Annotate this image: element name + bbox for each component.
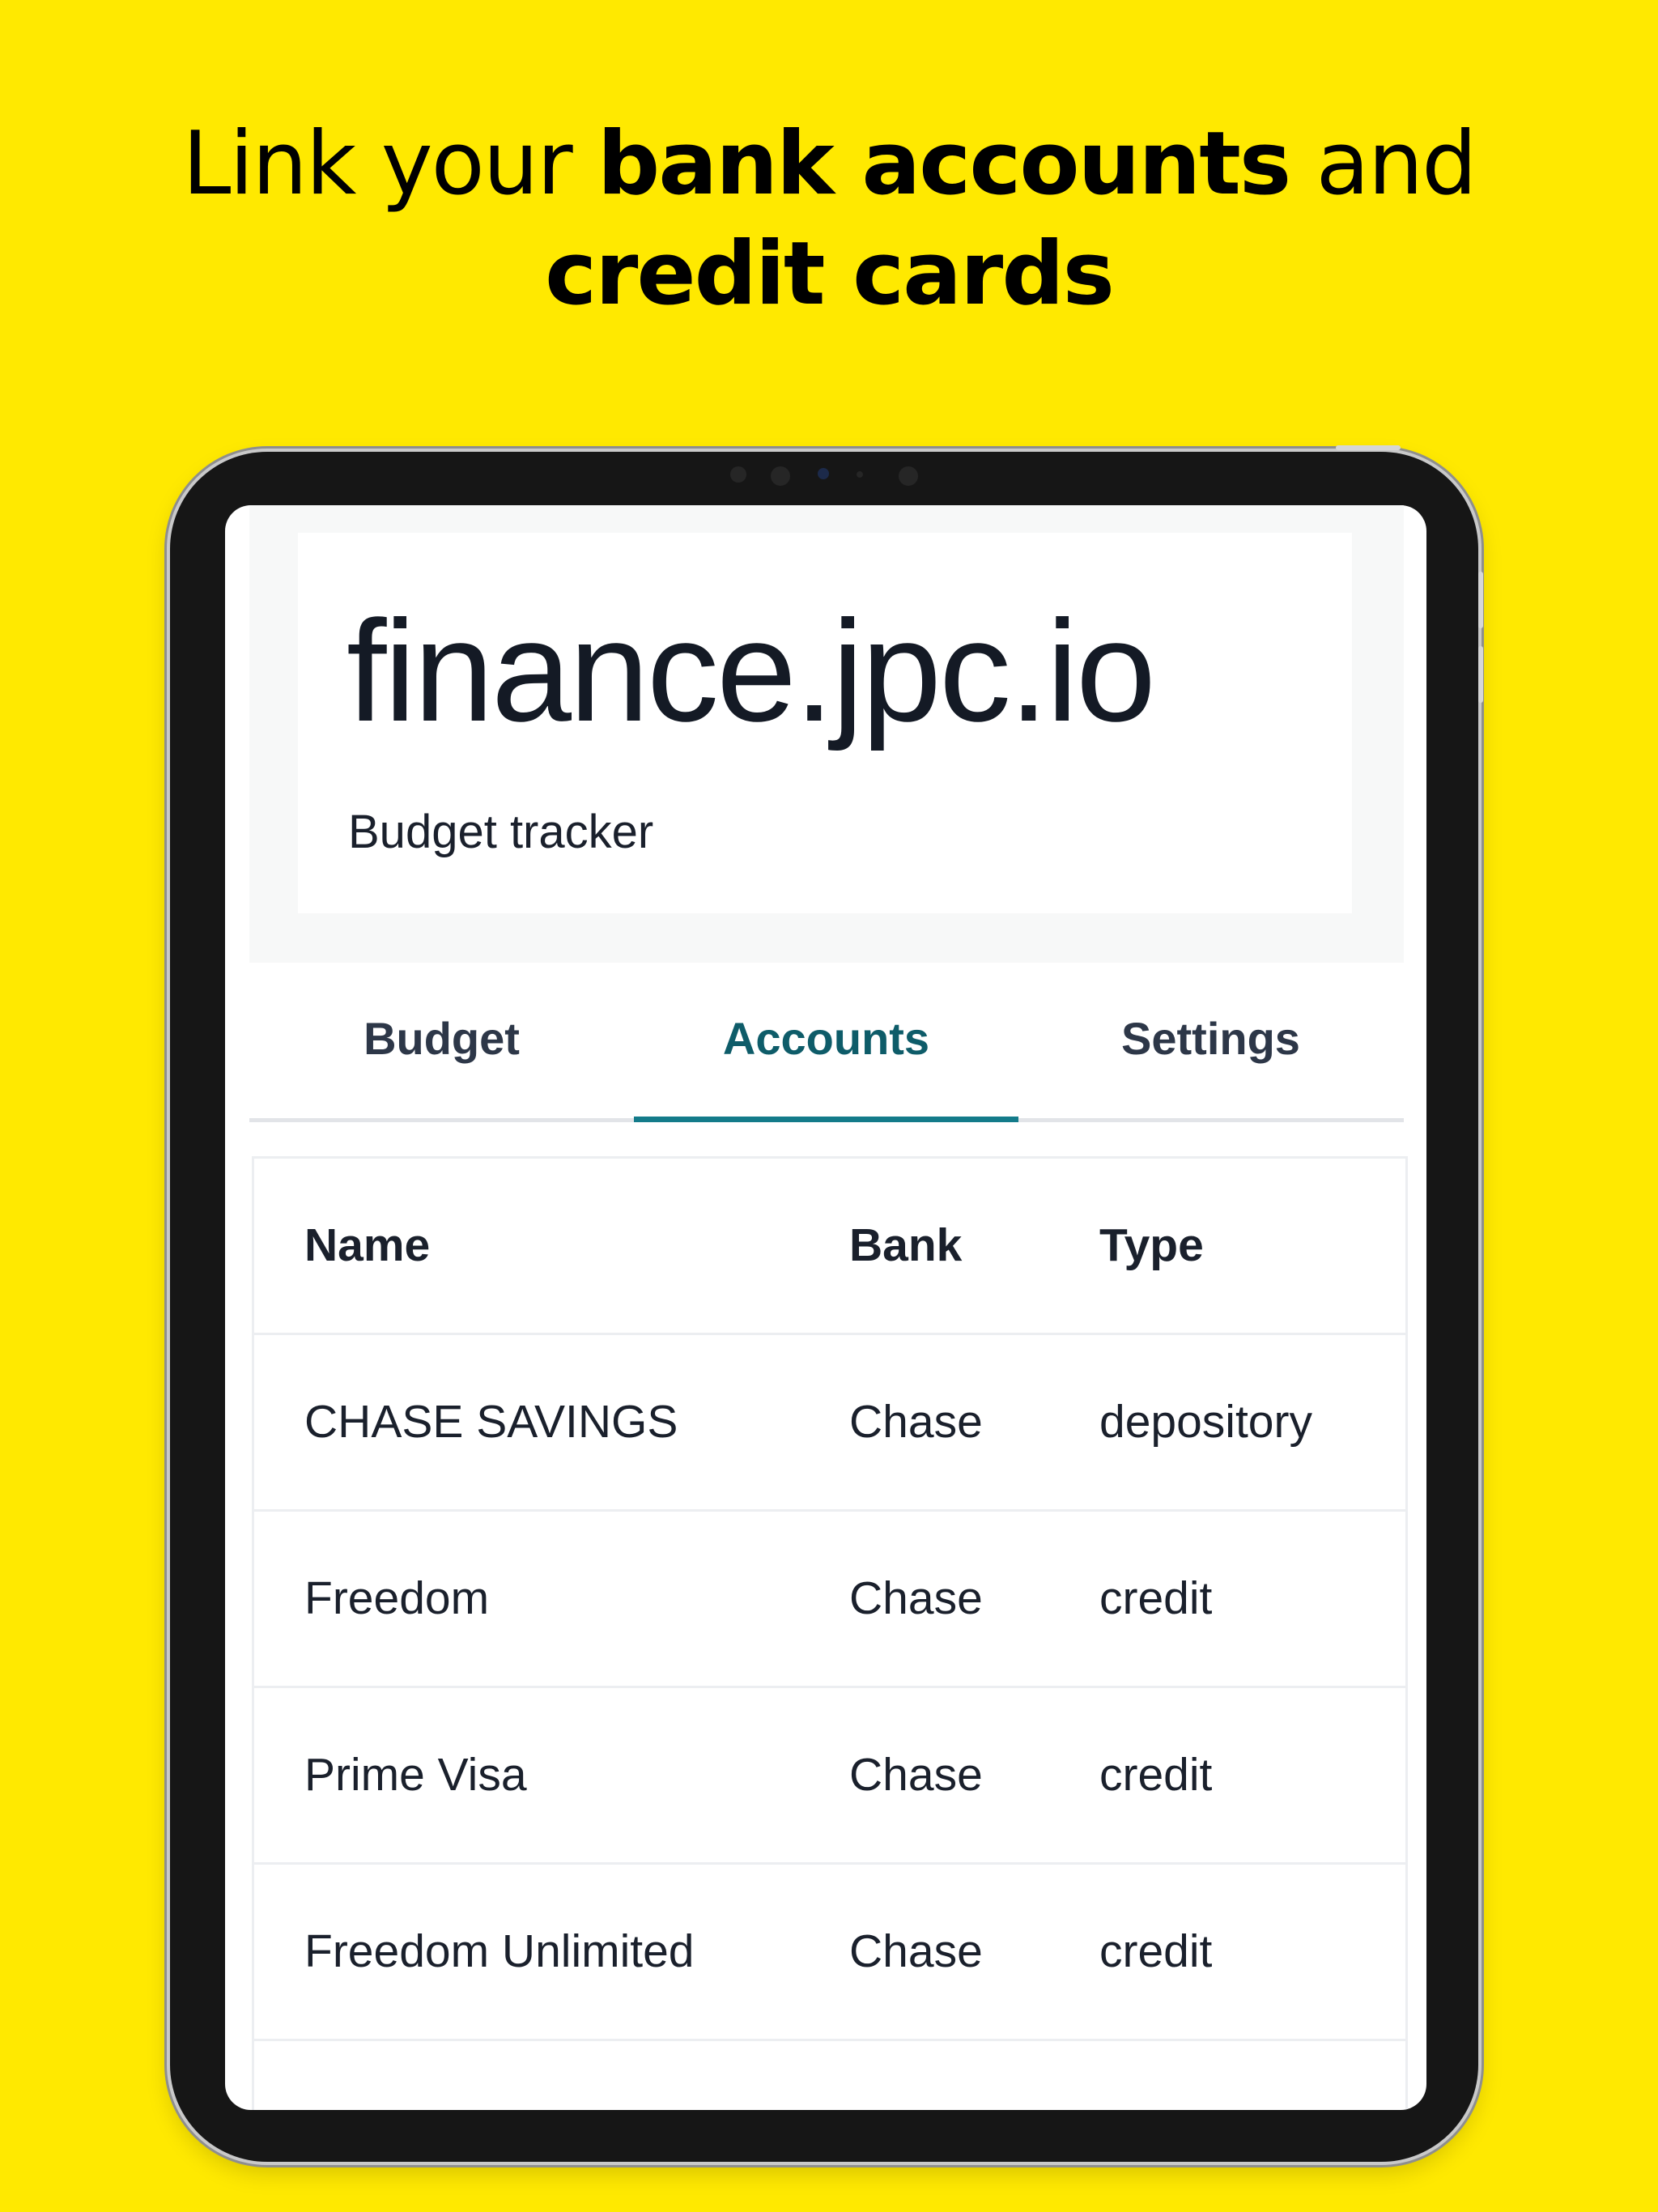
account-name: Freedom <box>304 1572 490 1624</box>
table-row[interactable]: Freedom Unlimited Chase credit <box>254 1865 1405 2041</box>
headline-text: Link your <box>182 113 597 215</box>
app-subtitle: Budget tracker <box>348 806 654 858</box>
device-sensor-icon <box>730 466 746 483</box>
table-row[interactable]: Freedom Chase credit <box>254 1512 1405 1688</box>
table-header-row: Name Bank Type <box>254 1159 1405 1335</box>
app-title: finance.jpc.io <box>346 590 1156 751</box>
headline-line-1: Link your bank accounts and <box>0 109 1658 219</box>
account-type: credit <box>1099 1925 1213 1977</box>
account-bank: Chase <box>849 1572 983 1624</box>
account-name: Prime Visa <box>304 1749 527 1801</box>
tablet-device-frame: finance.jpc.io Budget tracker Budget Acc… <box>170 445 1483 2162</box>
account-type: credit <box>1099 1749 1213 1801</box>
headline-bold-text: bank accounts <box>597 113 1291 215</box>
column-header-name[interactable]: Name <box>304 1159 430 1333</box>
table-row[interactable]: TOTAL CHECKING Chase depository <box>254 2041 1405 2110</box>
device-sensor-icon <box>857 471 863 478</box>
account-type: depository <box>1099 1396 1312 1448</box>
column-header-bank[interactable]: Bank <box>849 1159 962 1333</box>
app-screen: finance.jpc.io Budget tracker Budget Acc… <box>225 505 1426 2110</box>
headline-line-2: credit cards <box>545 223 1115 325</box>
account-type: depository <box>1099 2041 1312 2110</box>
account-bank: Chase <box>849 1749 983 1801</box>
marketing-headline: Link your bank accounts and credit cards <box>0 109 1658 330</box>
account-name: CHASE SAVINGS <box>304 1396 678 1448</box>
tab-bar: Budget Accounts Settings <box>249 963 1404 1122</box>
headline-text-end: and <box>1290 113 1477 215</box>
app-header-card: finance.jpc.io Budget tracker <box>298 533 1352 913</box>
account-bank: Chase <box>849 1396 983 1448</box>
tab-accounts[interactable]: Accounts <box>634 963 1018 1122</box>
account-bank: Chase <box>849 1925 983 1977</box>
device-camera-icon <box>818 468 829 479</box>
device-sensor-icon <box>771 466 790 486</box>
device-top-button <box>1336 445 1401 450</box>
tab-settings[interactable]: Settings <box>1018 963 1403 1118</box>
account-type: credit <box>1099 1572 1213 1624</box>
device-volume-down-button <box>1478 646 1483 703</box>
device-volume-up-button <box>1478 572 1483 628</box>
account-name: Freedom Unlimited <box>304 1925 695 1977</box>
app-header: finance.jpc.io Budget tracker <box>249 505 1404 963</box>
column-header-type[interactable]: Type <box>1099 1159 1204 1333</box>
table-row[interactable]: Prime Visa Chase credit <box>254 1688 1405 1865</box>
table-row[interactable]: CHASE SAVINGS Chase depository <box>254 1335 1405 1512</box>
tab-budget[interactable]: Budget <box>249 963 634 1118</box>
device-sensor-icon <box>899 466 918 486</box>
account-bank: Chase <box>849 2041 983 2110</box>
accounts-table: Name Bank Type CHASE SAVINGS Chase depos… <box>252 1156 1408 2110</box>
account-name: TOTAL CHECKING <box>304 2041 704 2110</box>
